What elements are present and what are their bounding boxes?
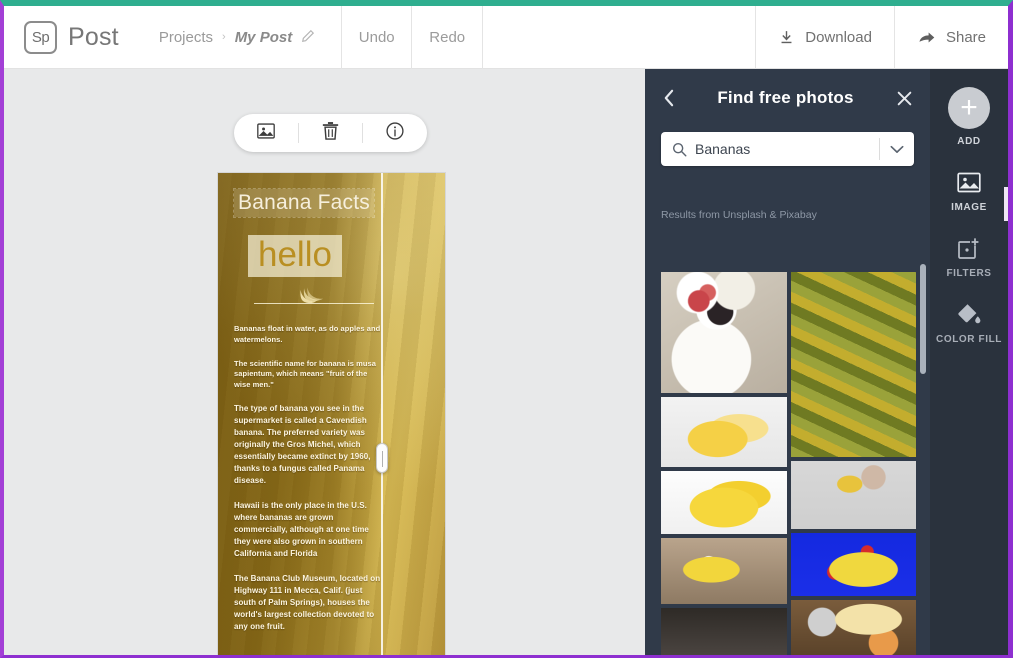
poster-headline-wrap: hello bbox=[248, 235, 431, 310]
poster-fact[interactable]: Bananas float in water, as do apples and… bbox=[234, 324, 382, 345]
spark-logo: Sp bbox=[24, 20, 57, 54]
rail-label-add: ADD bbox=[957, 136, 981, 147]
thumb-peeled-bananas[interactable] bbox=[661, 396, 787, 468]
photo-search-input[interactable]: Bananas bbox=[695, 141, 879, 157]
app-brand[interactable]: Sp Post bbox=[4, 20, 119, 54]
rail-item-color-fill[interactable]: COLOR FILL bbox=[936, 301, 1002, 345]
thumb-banana-ducks[interactable] bbox=[790, 532, 916, 596]
download-label: Download bbox=[805, 28, 872, 46]
poster-fact[interactable]: Hawaii is the only place in the U.S. whe… bbox=[234, 500, 382, 560]
poster-headline[interactable]: hello bbox=[248, 235, 342, 278]
image-icon bbox=[956, 169, 982, 195]
breadcrumb-separator-icon: › bbox=[222, 31, 226, 43]
breadcrumb-current-project[interactable]: My Post bbox=[235, 29, 293, 46]
rail-item-filters[interactable]: FILTERS bbox=[946, 235, 991, 279]
share-button[interactable]: Share bbox=[895, 6, 1008, 69]
thumb-fruit-bowl[interactable] bbox=[790, 599, 916, 655]
panel-header: Find free photos bbox=[645, 69, 930, 127]
delete-image-button[interactable] bbox=[299, 114, 363, 152]
close-icon[interactable] bbox=[897, 91, 912, 106]
photo-column-right bbox=[790, 272, 916, 655]
thumb-man-with-banana[interactable] bbox=[790, 460, 916, 529]
thumb-banana-market[interactable] bbox=[790, 272, 916, 457]
photo-panel-scrollbar[interactable] bbox=[920, 264, 926, 374]
rail-item-add[interactable]: + ADD bbox=[948, 87, 990, 147]
image-icon bbox=[256, 122, 276, 145]
photo-column-left bbox=[661, 272, 787, 655]
image-context-toolbar bbox=[234, 114, 427, 152]
share-label: Share bbox=[945, 28, 986, 46]
banana-icon bbox=[298, 286, 324, 310]
download-button[interactable]: Download bbox=[756, 6, 894, 69]
active-tool-indicator bbox=[1004, 187, 1008, 221]
trash-icon bbox=[322, 121, 339, 146]
poster-title[interactable]: Banana Facts bbox=[233, 188, 375, 218]
tool-rail: + ADD IMAGE FILTERS COLOR FILL bbox=[930, 69, 1008, 655]
rail-label-image: IMAGE bbox=[951, 202, 987, 213]
breadcrumb-projects[interactable]: Projects bbox=[159, 29, 213, 46]
paint-bucket-icon bbox=[956, 301, 982, 327]
poster-content: Banana Facts hello Bananas float in wate… bbox=[218, 173, 445, 655]
redo-button[interactable]: Redo bbox=[412, 6, 482, 69]
thumb-dark-market[interactable] bbox=[661, 608, 787, 655]
top-toolbar: Sp Post Projects › My Post Undo Redo Dow… bbox=[4, 6, 1008, 69]
browser-frame: Sp Post Projects › My Post Undo Redo Dow… bbox=[0, 0, 1013, 658]
chevron-down-icon[interactable] bbox=[880, 145, 914, 154]
poster-fact[interactable]: The type of banana you see in the superm… bbox=[234, 403, 382, 487]
crop-guide-line bbox=[381, 173, 383, 655]
crop-drag-handle[interactable] bbox=[376, 443, 388, 473]
results-source-label: Results from Unsplash & Pixabay bbox=[661, 209, 817, 221]
poster-divider bbox=[254, 286, 374, 310]
thumb-waffles-berries[interactable] bbox=[661, 272, 787, 393]
poster-fact[interactable]: The scientific name for banana is musa s… bbox=[234, 359, 382, 391]
divider bbox=[482, 6, 484, 69]
pencil-icon[interactable] bbox=[301, 29, 315, 46]
download-icon bbox=[778, 29, 795, 46]
thumb-banana-bunch[interactable] bbox=[661, 471, 787, 535]
rail-item-image[interactable]: IMAGE bbox=[951, 169, 987, 213]
photo-results-grid[interactable] bbox=[661, 272, 916, 655]
info-icon bbox=[385, 121, 405, 146]
replace-image-button[interactable] bbox=[234, 114, 298, 152]
chevron-left-icon[interactable] bbox=[663, 89, 674, 107]
poster-canvas[interactable]: Banana Facts hello Bananas float in wate… bbox=[218, 173, 445, 655]
rail-label-color-fill: COLOR FILL bbox=[936, 334, 1002, 345]
plus-icon: + bbox=[948, 87, 990, 129]
undo-button[interactable]: Undo bbox=[342, 6, 411, 69]
app-title: Post bbox=[68, 22, 119, 51]
photo-search-box[interactable]: Bananas bbox=[661, 132, 914, 166]
panel-title: Find free photos bbox=[717, 88, 854, 107]
filters-icon bbox=[956, 235, 982, 261]
image-info-button[interactable] bbox=[363, 114, 427, 152]
rail-label-filters: FILTERS bbox=[946, 268, 992, 279]
poster-facts-list: Bananas float in water, as do apples and… bbox=[234, 324, 431, 633]
poster-fact[interactable]: The Banana Club Museum, located on Highw… bbox=[234, 573, 382, 633]
breadcrumb: Projects › My Post bbox=[159, 29, 315, 46]
find-photos-panel: Find free photos Bananas Results from Un… bbox=[645, 69, 930, 655]
search-icon bbox=[672, 142, 687, 157]
thumb-minion-toy[interactable] bbox=[661, 538, 787, 605]
share-icon bbox=[917, 29, 936, 46]
